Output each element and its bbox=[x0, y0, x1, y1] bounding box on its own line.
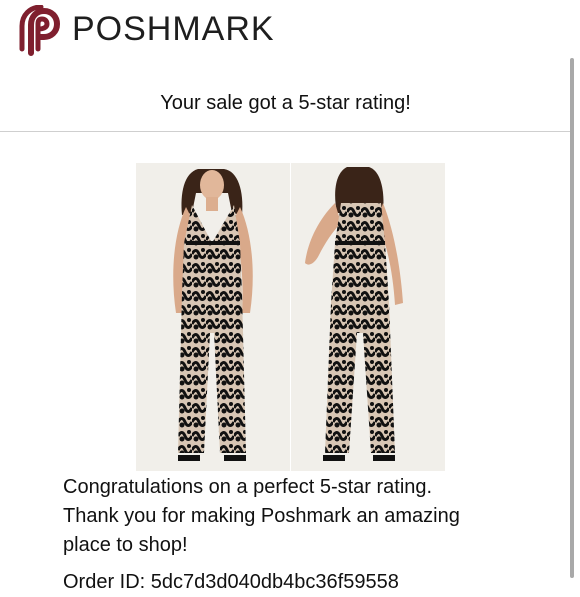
product-photo-front[interactable] bbox=[136, 163, 290, 471]
order-id: Order ID: 5dc7d3d040db4bc36f59558 bbox=[63, 571, 399, 593]
poshmark-logo-icon[interactable] bbox=[16, 5, 62, 57]
email-header: POSHMARK bbox=[0, 0, 580, 60]
jumpsuit-back-photo bbox=[291, 163, 445, 471]
rating-banner: Your sale got a 5-star rating! bbox=[0, 60, 571, 132]
congratulations-message: Congratulations on a perfect 5-star rati… bbox=[63, 473, 533, 560]
message-line: place to shop! bbox=[63, 534, 188, 556]
message-line: Thank you for making Poshmark an amazing bbox=[63, 505, 460, 527]
jumpsuit-front-photo bbox=[136, 163, 290, 471]
product-photo-back[interactable] bbox=[291, 163, 445, 471]
brand-wordmark[interactable]: POSHMARK bbox=[72, 9, 275, 49]
message-line: Congratulations on a perfect 5-star rati… bbox=[63, 476, 433, 498]
scrollbar[interactable] bbox=[570, 58, 574, 578]
